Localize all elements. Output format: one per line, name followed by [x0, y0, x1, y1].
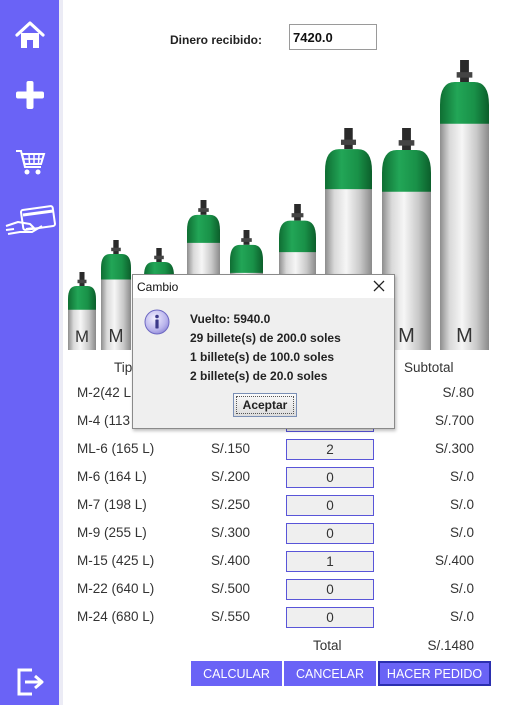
- quantity-field[interactable]: 0: [286, 495, 374, 516]
- product-price: S/.300: [211, 525, 251, 540]
- type-column-header: Tip: [114, 360, 133, 375]
- product-subtotal: S/.0: [449, 609, 474, 624]
- cylinder-valve-ring: [398, 140, 415, 146]
- logout-button[interactable]: [0, 660, 59, 704]
- cylinder-valve: [460, 60, 469, 83]
- product-price: S/.200: [211, 469, 251, 484]
- cylinder-cap: [187, 214, 220, 243]
- place-order-button[interactable]: HACER PEDIDO: [378, 661, 491, 686]
- cylinder-valve-ring: [111, 247, 121, 252]
- cancel-button[interactable]: CANCELAR: [284, 661, 376, 686]
- dialog-change-amount: Vuelto: 5940.0: [190, 312, 271, 326]
- product-price: S/.500: [211, 581, 251, 596]
- cylinder-cap: [101, 254, 131, 280]
- cylinder-valve: [294, 204, 301, 221]
- cylinder-body: [440, 107, 489, 350]
- product-subtotal: S/.0: [449, 581, 474, 596]
- cylinder-label: M: [398, 325, 415, 347]
- product-type: M-22 (640 L): [77, 581, 155, 596]
- quantity-field[interactable]: 0: [286, 523, 374, 544]
- product-type: M-15 (425 L): [77, 553, 155, 568]
- dialog-title: Cambio: [137, 280, 179, 294]
- cylinder-valve: [402, 128, 411, 151]
- cylinder-label: M: [75, 327, 89, 346]
- product-type: M-9 (255 L): [77, 525, 147, 540]
- cylinder-valve-ring: [340, 139, 357, 145]
- dialog-close-button[interactable]: [369, 276, 389, 296]
- cylinder-valve: [79, 272, 85, 286]
- cylinder-valve: [113, 240, 119, 254]
- product-price: S/.550: [211, 609, 251, 624]
- cylinder-valve-ring: [241, 238, 252, 242]
- product-subtotal: S/.400: [434, 553, 474, 568]
- quantity-field[interactable]: 0: [286, 467, 374, 488]
- dialog-accept-button[interactable]: Aceptar: [233, 393, 297, 417]
- cylinder-valve-ring: [291, 213, 304, 218]
- product-subtotal: S/.300: [434, 441, 474, 456]
- cylinder-valve: [344, 128, 353, 150]
- close-icon: [373, 280, 385, 292]
- logout-icon: [17, 668, 43, 696]
- product-subtotal: S/.0: [449, 525, 474, 540]
- cylinder-cap: [68, 286, 96, 310]
- quantity-field[interactable]: 1: [286, 551, 374, 572]
- product-type: ML-6 (165 L): [77, 441, 155, 456]
- cylinder-cap: [325, 149, 372, 190]
- cylinder-cap: [440, 82, 489, 124]
- dialog-bill-line-1: 29 billete(s) de 200.0 soles: [190, 331, 341, 345]
- product-price: S/.250: [211, 497, 251, 512]
- product-type: M-24 (680 L): [77, 609, 155, 624]
- cylinder-valve-ring: [154, 255, 164, 260]
- cylinder-label: M: [109, 326, 124, 346]
- dialog-bill-line-2: 1 billete(s) de 100.0 soles: [190, 350, 335, 364]
- product-type: M-4 (113: [77, 413, 131, 428]
- total-value: S/.1480: [427, 638, 474, 653]
- cylinder-valve: [243, 230, 250, 245]
- product-type: M-7 (198 L): [77, 497, 147, 512]
- change-dialog: Cambio Vuelto: 5940.0 29 billete(s) de 2…: [132, 274, 395, 429]
- product-price: S/.150: [211, 441, 251, 456]
- cylinder-valve-ring: [456, 72, 473, 78]
- cylinder-label: M: [456, 325, 473, 347]
- cylinder-valve: [156, 248, 162, 262]
- calculate-button[interactable]: CALCULAR: [191, 661, 282, 686]
- product-subtotal: S/.700: [434, 413, 474, 428]
- total-label: Total: [313, 638, 342, 653]
- cylinder-valve-ring: [77, 279, 87, 284]
- product-price: S/.400: [211, 553, 251, 568]
- product-subtotal: S/.80: [442, 385, 474, 400]
- subtotal-column-header: Subtotal: [404, 360, 454, 375]
- cylinder-cap: [382, 150, 431, 192]
- cylinder-cap: [279, 220, 316, 253]
- cylinder-valve-ring: [198, 208, 209, 212]
- quantity-field[interactable]: 0: [286, 579, 374, 600]
- product-type: M-6 (164 L): [77, 469, 147, 484]
- quantity-field[interactable]: 2: [286, 439, 374, 460]
- product-type: M-2(42 L: [77, 385, 132, 400]
- info-icon: [144, 309, 170, 335]
- cylinder-valve: [200, 200, 207, 215]
- product-subtotal: S/.0: [449, 497, 474, 512]
- dialog-titlebar: Cambio: [133, 275, 394, 298]
- cylinder-cap: [230, 244, 263, 273]
- product-subtotal: S/.0: [449, 469, 474, 484]
- quantity-field[interactable]: 0: [286, 607, 374, 628]
- dialog-bill-line-3: 2 billete(s) de 20.0 soles: [190, 369, 328, 383]
